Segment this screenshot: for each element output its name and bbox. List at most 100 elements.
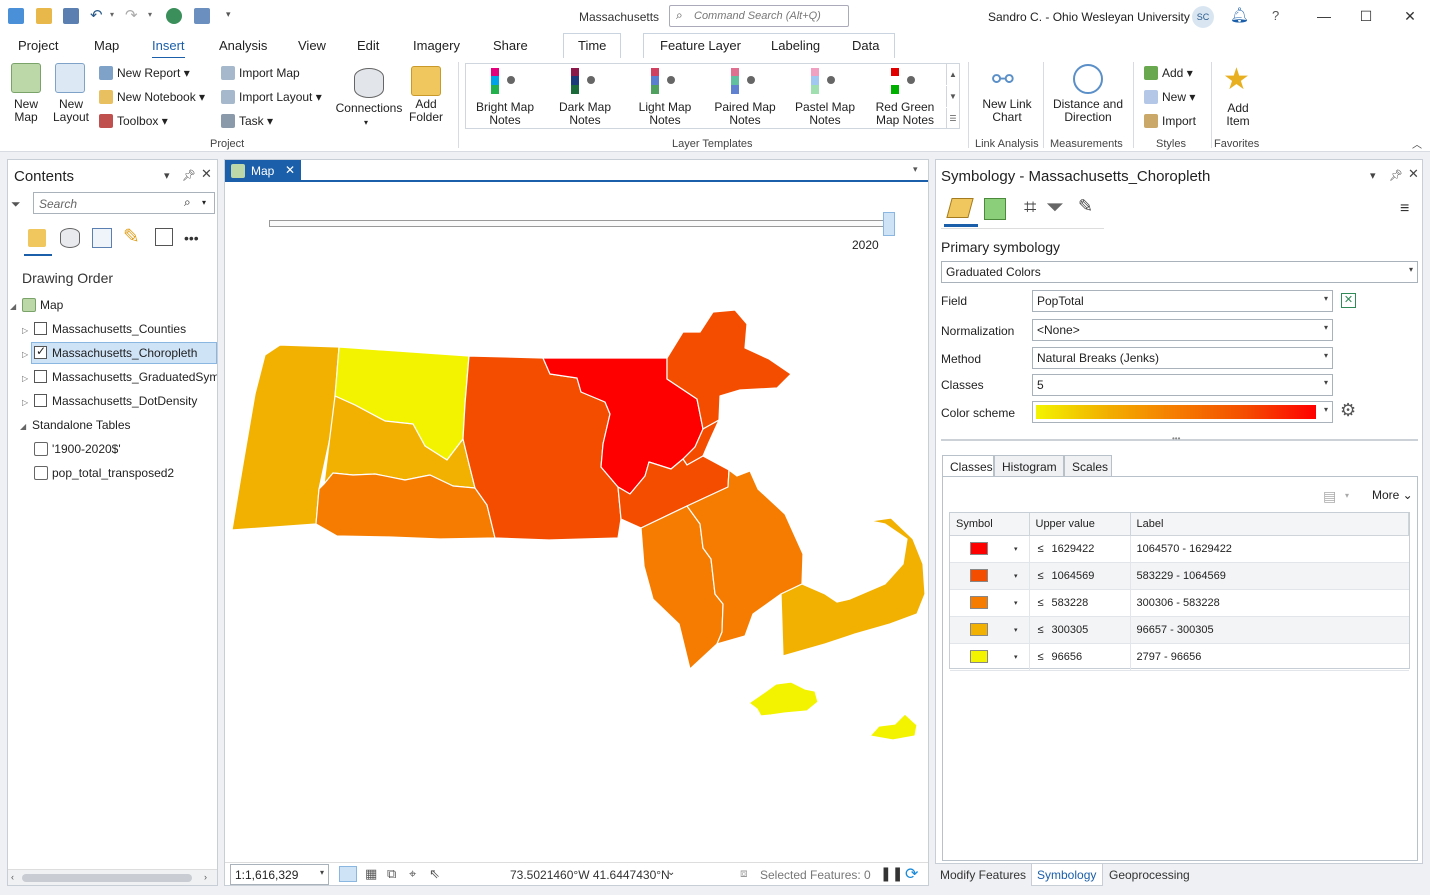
layer-row[interactable]: ▷ Massachusetts_DotDensity <box>22 394 197 408</box>
table-options-icon[interactable]: ▤ <box>1323 488 1336 505</box>
upper-value-cell[interactable]: ≤583228 <box>1029 589 1131 617</box>
save-icon[interactable] <box>63 8 79 24</box>
close-pane-icon[interactable]: ✕ <box>1408 166 1419 182</box>
collapse-icon[interactable]: ◢ <box>10 302 20 311</box>
column-header-symbol[interactable]: Symbol <box>950 513 1030 536</box>
gallery-expand-icon[interactable]: ☰ <box>946 108 959 129</box>
symbol-display-icon[interactable]: ✎ <box>1078 196 1093 217</box>
scroll-right-icon[interactable]: › <box>204 872 207 882</box>
horizontal-scrollbar[interactable]: ‹ › <box>8 869 217 885</box>
tab-edit[interactable]: Edit <box>357 38 379 53</box>
close-button[interactable]: ✕ <box>1398 6 1422 26</box>
renderer-dropdown[interactable]: Graduated Colors ▾ <box>941 261 1418 283</box>
styles-add-button[interactable]: Add ▾ <box>1144 66 1193 80</box>
more-options-icon[interactable]: ••• <box>184 230 199 246</box>
list-by-selection-icon[interactable] <box>92 228 112 248</box>
layer-row-selected[interactable]: ▷ Massachusetts_Choropleth <box>22 344 197 360</box>
class-row[interactable]: ▾ ≤1064569 583229 - 1064569 <box>950 562 1409 590</box>
column-header-label[interactable]: Label <box>1130 513 1409 536</box>
pin-icon[interactable]: 📌︎ <box>182 169 196 182</box>
import-map-button[interactable]: Import Map <box>221 66 300 80</box>
class-row[interactable]: ▾ ≤96656 2797 - 96656 <box>950 643 1409 671</box>
layer-visibility-checkbox[interactable] <box>34 344 47 359</box>
grid-icon[interactable]: ▦ <box>365 866 377 882</box>
refresh-icon[interactable]: ⟳ <box>905 864 918 884</box>
contents-search-input[interactable]: Search ⌕ ▾ <box>33 192 215 214</box>
upper-value-cell[interactable]: ≤1064569 <box>1029 562 1131 590</box>
styles-new-button[interactable]: New ▾ <box>1144 90 1195 104</box>
redo-dropdown-icon[interactable]: ▾ <box>148 10 152 19</box>
vary-symbology-icon[interactable] <box>984 198 1006 220</box>
map-view[interactable]: Map ✕ ▾ 2020 1:1,616,329 ▾ ▦ ⧉ ⌖ ⇖ 73.50… <box>224 159 929 886</box>
avatar[interactable]: SC <box>1192 6 1214 28</box>
color-scheme-dropdown[interactable]: ▾ <box>1032 401 1333 423</box>
upper-value-cell[interactable]: ≤96656 <box>1029 643 1131 671</box>
maximize-button[interactable]: ☐ <box>1354 6 1378 26</box>
collapse-icon[interactable]: ◢ <box>20 422 30 431</box>
symbol-cell[interactable]: ▾ <box>950 616 1030 644</box>
tab-labeling[interactable]: Labeling <box>771 38 820 53</box>
tab-map-view[interactable]: Map ✕ <box>225 160 301 182</box>
field-dropdown[interactable]: PopTotal ▾ <box>1032 290 1333 312</box>
user-name[interactable]: Sandro C. - Ohio Wesleyan University <box>988 10 1190 24</box>
tab-geoprocessing[interactable]: Geoprocessing <box>1109 868 1190 882</box>
pause-drawing-icon[interactable]: ❚❚ <box>880 865 903 882</box>
navigation-icon[interactable]: ⇖ <box>429 866 440 882</box>
expand-icon[interactable]: ▷ <box>22 326 32 335</box>
expand-icon[interactable]: ▷ <box>22 350 32 359</box>
tab-time[interactable]: Time <box>578 38 606 53</box>
normalization-dropdown[interactable]: <None> ▾ <box>1032 319 1333 341</box>
close-pane-icon[interactable]: ✕ <box>201 166 212 182</box>
snapping-icon[interactable]: ⌖ <box>409 866 416 882</box>
standalone-tables-node[interactable]: ◢ Standalone Tables <box>20 418 131 432</box>
gear-icon[interactable]: ⚙ <box>1340 400 1356 421</box>
class-color-swatch[interactable] <box>970 542 988 555</box>
subtab-histogram[interactable]: Histogram <box>994 455 1064 477</box>
fixed-zoom-icon[interactable] <box>339 866 357 882</box>
toolbox-button[interactable]: Toolbox ▾ <box>99 114 168 128</box>
table-row[interactable]: pop_total_transposed2 <box>34 466 174 480</box>
expand-icon[interactable]: ▷ <box>22 398 32 407</box>
tab-view[interactable]: View <box>298 38 326 53</box>
label-cell[interactable]: 300306 - 583228 <box>1130 589 1409 617</box>
tab-data[interactable]: Data <box>852 38 879 53</box>
upper-value-cell[interactable]: ≤1629422 <box>1029 535 1131 563</box>
class-color-swatch[interactable] <box>970 623 988 636</box>
tab-overflow-icon[interactable]: ▾ <box>913 164 918 175</box>
tab-project[interactable]: Project <box>18 38 58 53</box>
tab-feature-layer[interactable]: Feature Layer <box>660 38 741 53</box>
new-report-button[interactable]: New Report ▾ <box>99 66 190 80</box>
import-layout-button[interactable]: Import Layout ▾ <box>221 90 322 104</box>
subtab-scales[interactable]: Scales <box>1064 455 1112 477</box>
symbol-cell[interactable]: ▾ <box>950 643 1030 671</box>
class-row[interactable]: ▾ ≤583228 300306 - 583228 <box>950 589 1409 617</box>
new-project-icon[interactable] <box>8 8 24 24</box>
tab-analysis[interactable]: Analysis <box>219 38 267 53</box>
symbol-layer-drawing-icon[interactable]: ⌗ <box>1024 194 1036 220</box>
table-options-dropdown-icon[interactable]: ▾ <box>1345 491 1349 500</box>
more-menu[interactable]: More ⌄ <box>1372 488 1413 502</box>
primary-symbology-tab[interactable] <box>944 195 978 227</box>
symbol-dropdown-icon[interactable]: ▾ <box>1014 627 1018 634</box>
coordinate-format-icon[interactable]: ⌄ <box>667 867 675 878</box>
symbol-dropdown-icon[interactable]: ▾ <box>1014 600 1018 607</box>
list-by-source-icon[interactable] <box>60 228 80 248</box>
command-search-input[interactable]: ⌕ Command Search (Alt+Q) <box>669 5 849 27</box>
tab-modify-features[interactable]: Modify Features <box>940 868 1026 882</box>
symbol-cell[interactable]: ▾ <box>950 562 1030 590</box>
table-row[interactable]: '1900-2020$' <box>34 442 121 456</box>
menu-icon[interactable]: ≡ <box>1400 200 1409 218</box>
class-color-swatch[interactable] <box>970 569 988 582</box>
column-header-upper-value[interactable]: Upper value <box>1029 513 1131 536</box>
choropleth-map[interactable] <box>225 184 928 864</box>
selection-icon[interactable]: ⧈ <box>740 866 748 881</box>
symbol-cell[interactable]: ▾ <box>950 589 1030 617</box>
layer-visibility-checkbox[interactable] <box>34 394 47 407</box>
tab-insert[interactable]: Insert <box>152 38 185 59</box>
label-cell[interactable]: 2797 - 96656 <box>1130 643 1409 671</box>
notification-bell-icon[interactable]: 🔔︎ <box>1230 6 1249 24</box>
redo-icon[interactable]: ↷ <box>125 6 138 24</box>
tree-map-node[interactable]: ◢ Map <box>10 298 63 312</box>
expression-icon[interactable]: ✕ <box>1341 293 1356 308</box>
task-button[interactable]: Task ▾ <box>221 114 273 128</box>
